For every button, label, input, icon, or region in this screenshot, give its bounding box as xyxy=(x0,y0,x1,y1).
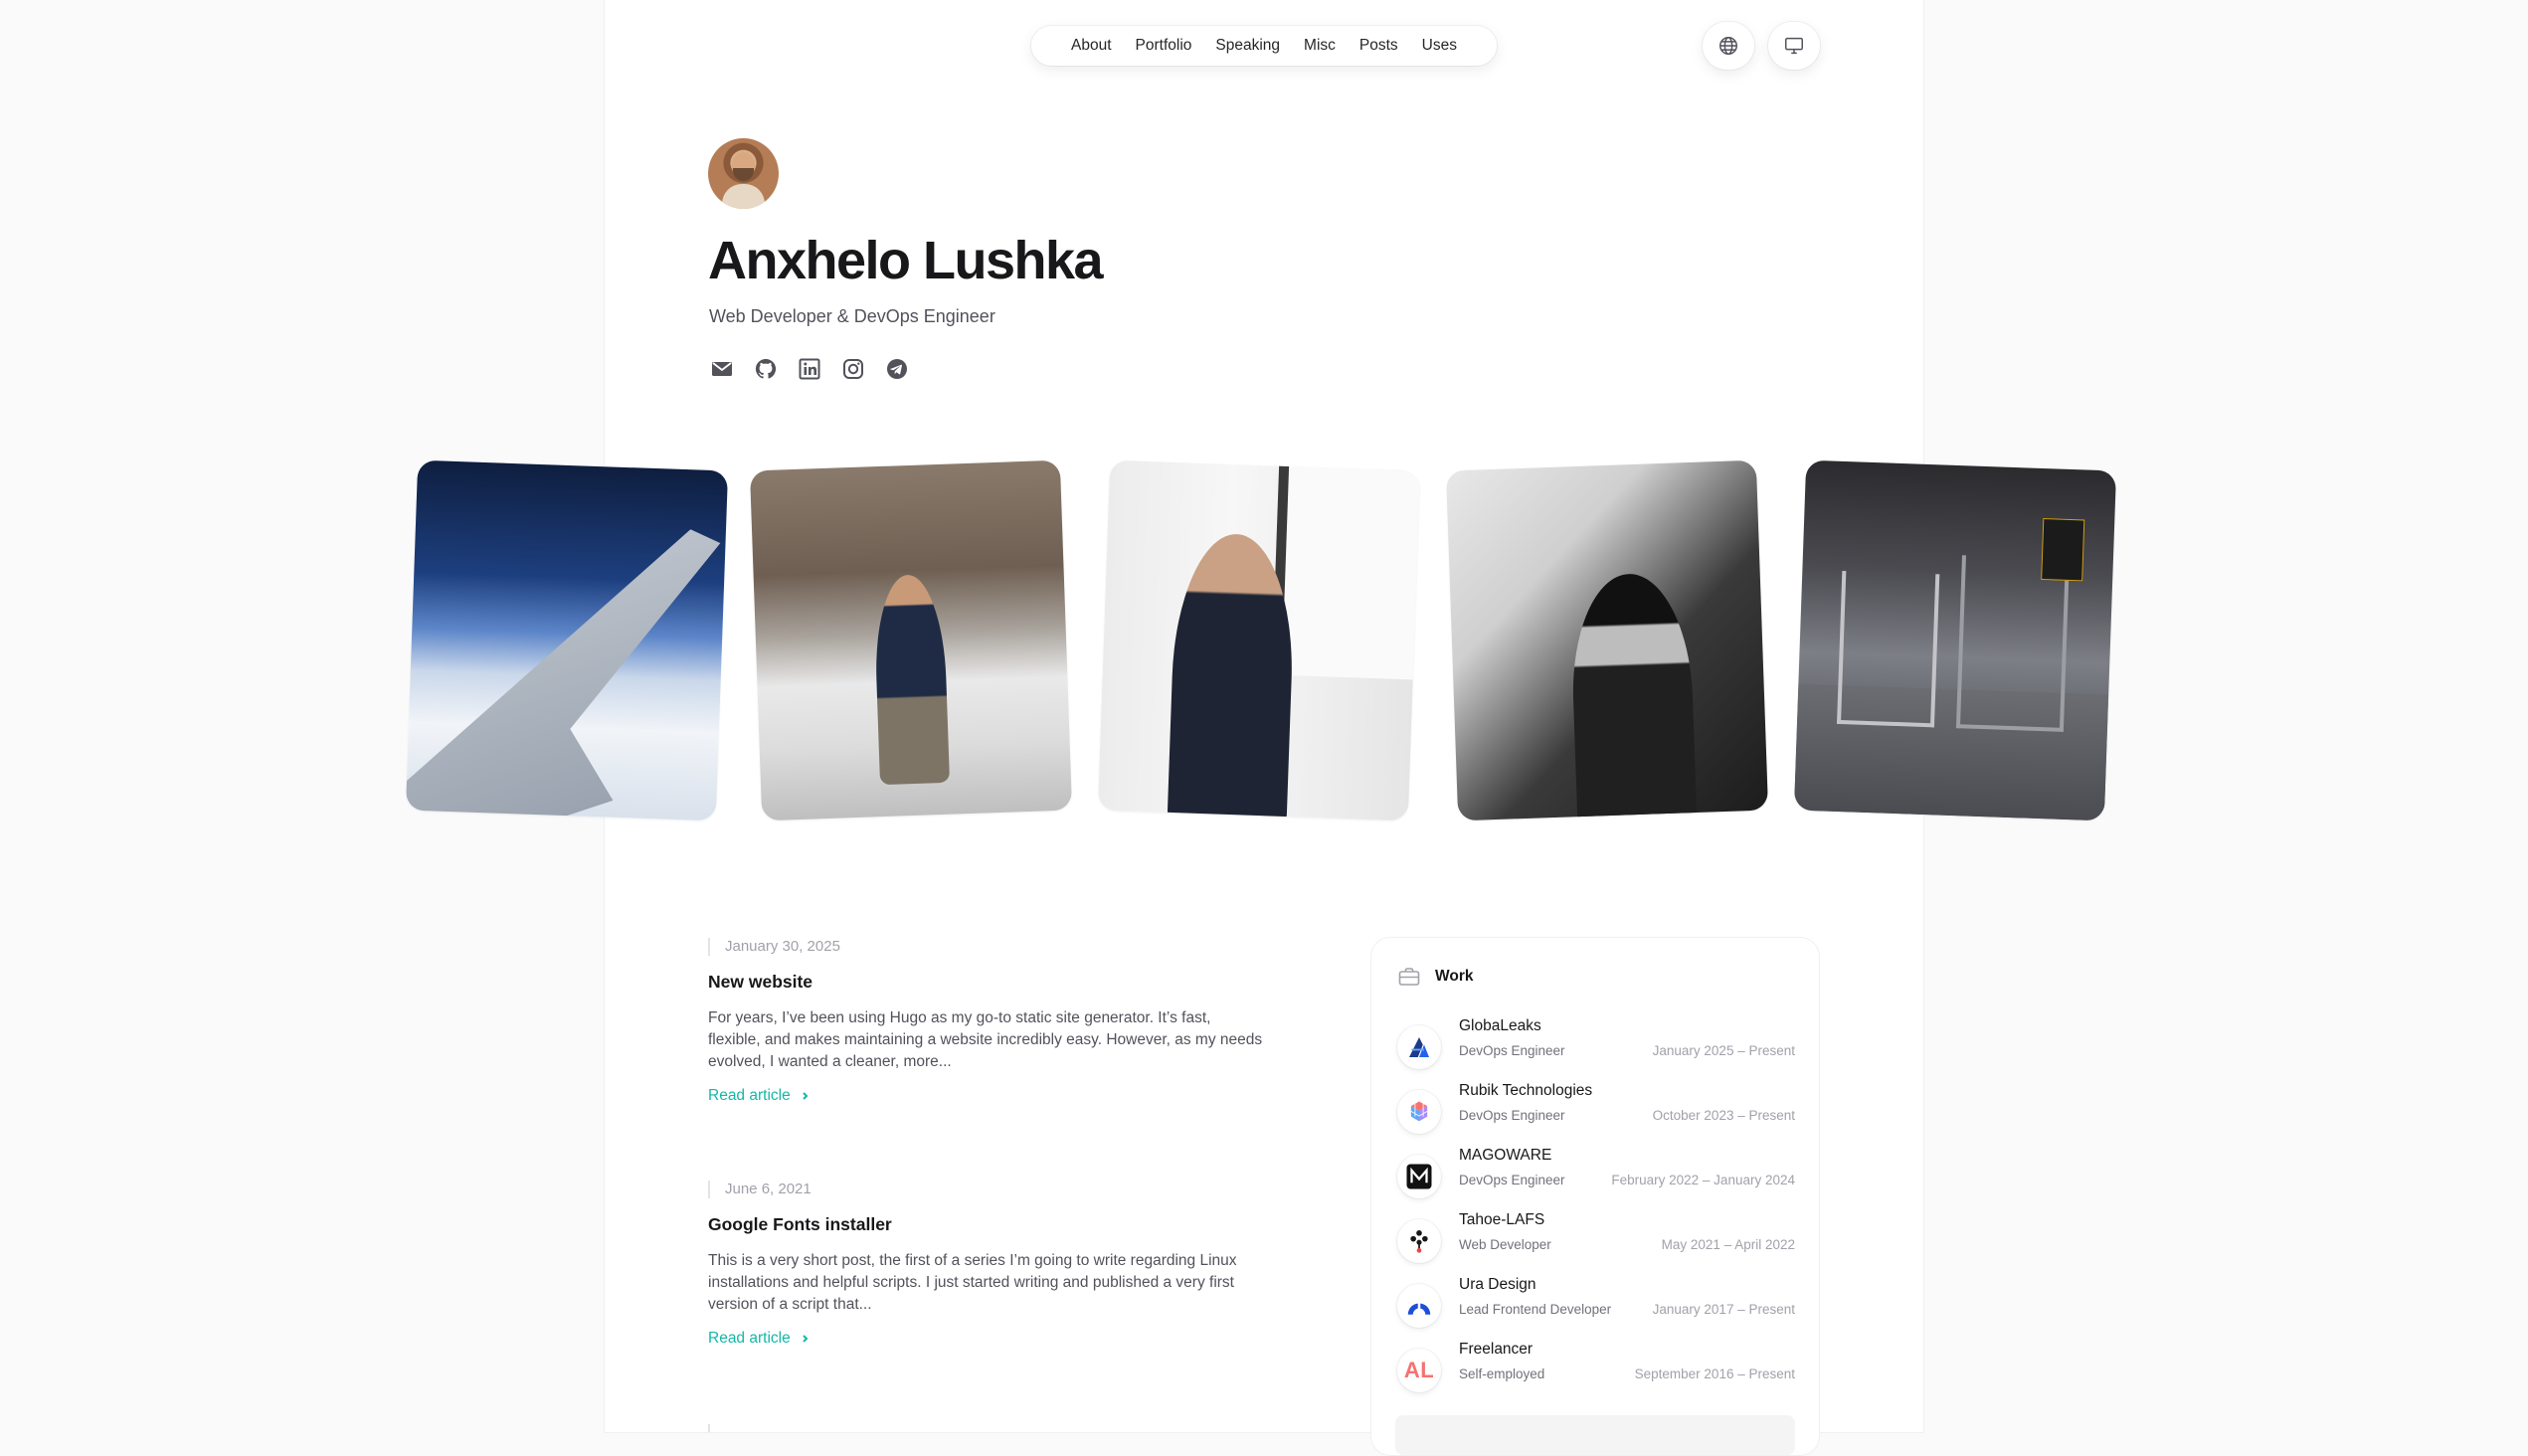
nav-about[interactable]: About xyxy=(1059,26,1124,66)
rubik-logo-icon xyxy=(1397,1090,1441,1134)
job-company: MAGOWARE xyxy=(1459,1147,1552,1164)
read-article-link[interactable]: Read article xyxy=(708,1330,811,1348)
tagline: Web Developer & DevOps Engineer xyxy=(709,306,995,326)
freelancer-logo-text: AL xyxy=(1403,1358,1435,1382)
monitor-icon xyxy=(1785,37,1803,55)
job-item: AL Freelancer Self-employed September 20… xyxy=(1397,1341,1795,1392)
photo-team-laptop xyxy=(1445,459,1769,821)
job-period: May 2021 – April 2022 xyxy=(1661,1237,1795,1252)
briefcase-icon xyxy=(1398,968,1420,986)
photo-gym xyxy=(1793,459,2117,821)
job-period: January 2017 – Present xyxy=(1652,1302,1795,1317)
photo-hiking-snow xyxy=(749,459,1073,821)
job-item: Ura Design Lead Frontend Developer Janua… xyxy=(1397,1276,1795,1328)
chevron-right-icon xyxy=(803,1335,809,1343)
mail-icon[interactable] xyxy=(709,356,735,382)
linkedin-icon[interactable] xyxy=(797,356,822,382)
instagram-icon[interactable] xyxy=(840,356,866,382)
theme-toggle-button[interactable] xyxy=(1768,22,1820,70)
nav-uses[interactable]: Uses xyxy=(1410,26,1469,66)
read-article-label: Read article xyxy=(708,1087,791,1104)
job-role: Web Developer xyxy=(1459,1237,1551,1252)
telegram-icon[interactable] xyxy=(884,356,910,382)
tahoe-lafs-logo-icon xyxy=(1397,1219,1441,1263)
job-company: Freelancer xyxy=(1459,1341,1534,1358)
job-role: DevOps Engineer xyxy=(1459,1108,1565,1123)
nav-portfolio[interactable]: Portfolio xyxy=(1124,26,1204,66)
work-heading: Work xyxy=(1397,965,1473,989)
post-title[interactable]: New website xyxy=(708,972,813,993)
job-role: Lead Frontend Developer xyxy=(1459,1302,1612,1317)
download-cv-button[interactable] xyxy=(1395,1415,1795,1455)
globe-icon xyxy=(1719,37,1737,55)
magoware-logo-icon xyxy=(1397,1155,1441,1198)
job-company: GlobaLeaks xyxy=(1459,1017,1541,1034)
post-date: June 6, 2021 xyxy=(708,1181,812,1198)
job-item: Rubik Technologies DevOps Engineer Octob… xyxy=(1397,1082,1795,1134)
job-company: Rubik Technologies xyxy=(1459,1082,1593,1099)
main-nav: About Portfolio Speaking Misc Posts Uses xyxy=(1031,26,1497,66)
job-role: DevOps Engineer xyxy=(1459,1043,1565,1058)
avatar[interactable] xyxy=(708,138,779,209)
post-date-marker xyxy=(708,1424,710,1432)
globaleaks-logo-icon xyxy=(1397,1025,1441,1069)
nav-misc[interactable]: Misc xyxy=(1292,26,1348,66)
nav-posts[interactable]: Posts xyxy=(1348,26,1410,66)
photo-speaking xyxy=(1097,459,1421,821)
job-role: DevOps Engineer xyxy=(1459,1173,1565,1187)
read-article-label: Read article xyxy=(708,1330,791,1347)
post-title[interactable]: Google Fonts installer xyxy=(708,1214,892,1235)
chevron-right-icon xyxy=(803,1092,809,1100)
post-excerpt: For years, I’ve been using Hugo as my go… xyxy=(708,1009,1263,1070)
work-card: Work GlobaLeaks DevOps Engineer January … xyxy=(1370,937,1820,1456)
nav-speaking[interactable]: Speaking xyxy=(1203,26,1292,66)
github-icon[interactable] xyxy=(753,356,779,382)
ura-design-logo-icon xyxy=(1397,1284,1441,1328)
job-item: GlobaLeaks DevOps Engineer January 2025 … xyxy=(1397,1017,1795,1069)
job-period: January 2025 – Present xyxy=(1652,1043,1795,1058)
job-company: Ura Design xyxy=(1459,1276,1536,1293)
page-title: Anxhelo Lushka xyxy=(708,231,1104,290)
freelancer-logo-icon: AL xyxy=(1397,1349,1441,1392)
job-period: September 2016 – Present xyxy=(1634,1366,1795,1381)
job-item: Tahoe-LAFS Web Developer May 2021 – Apri… xyxy=(1397,1211,1795,1263)
post-date: January 30, 2025 xyxy=(708,938,840,956)
photo-airplane-wing xyxy=(405,459,729,821)
job-company: Tahoe-LAFS xyxy=(1459,1211,1545,1228)
read-article-link[interactable]: Read article xyxy=(708,1087,811,1105)
job-period: February 2022 – January 2024 xyxy=(1611,1173,1795,1187)
language-button[interactable] xyxy=(1703,22,1754,70)
post-excerpt: This is a very short post, the first of … xyxy=(708,1252,1237,1313)
job-period: October 2023 – Present xyxy=(1652,1108,1795,1123)
work-title: Work xyxy=(1435,968,1474,985)
social-links xyxy=(709,356,910,382)
job-item: MAGOWARE DevOps Engineer February 2022 –… xyxy=(1397,1147,1795,1198)
job-role: Self-employed xyxy=(1459,1366,1545,1381)
